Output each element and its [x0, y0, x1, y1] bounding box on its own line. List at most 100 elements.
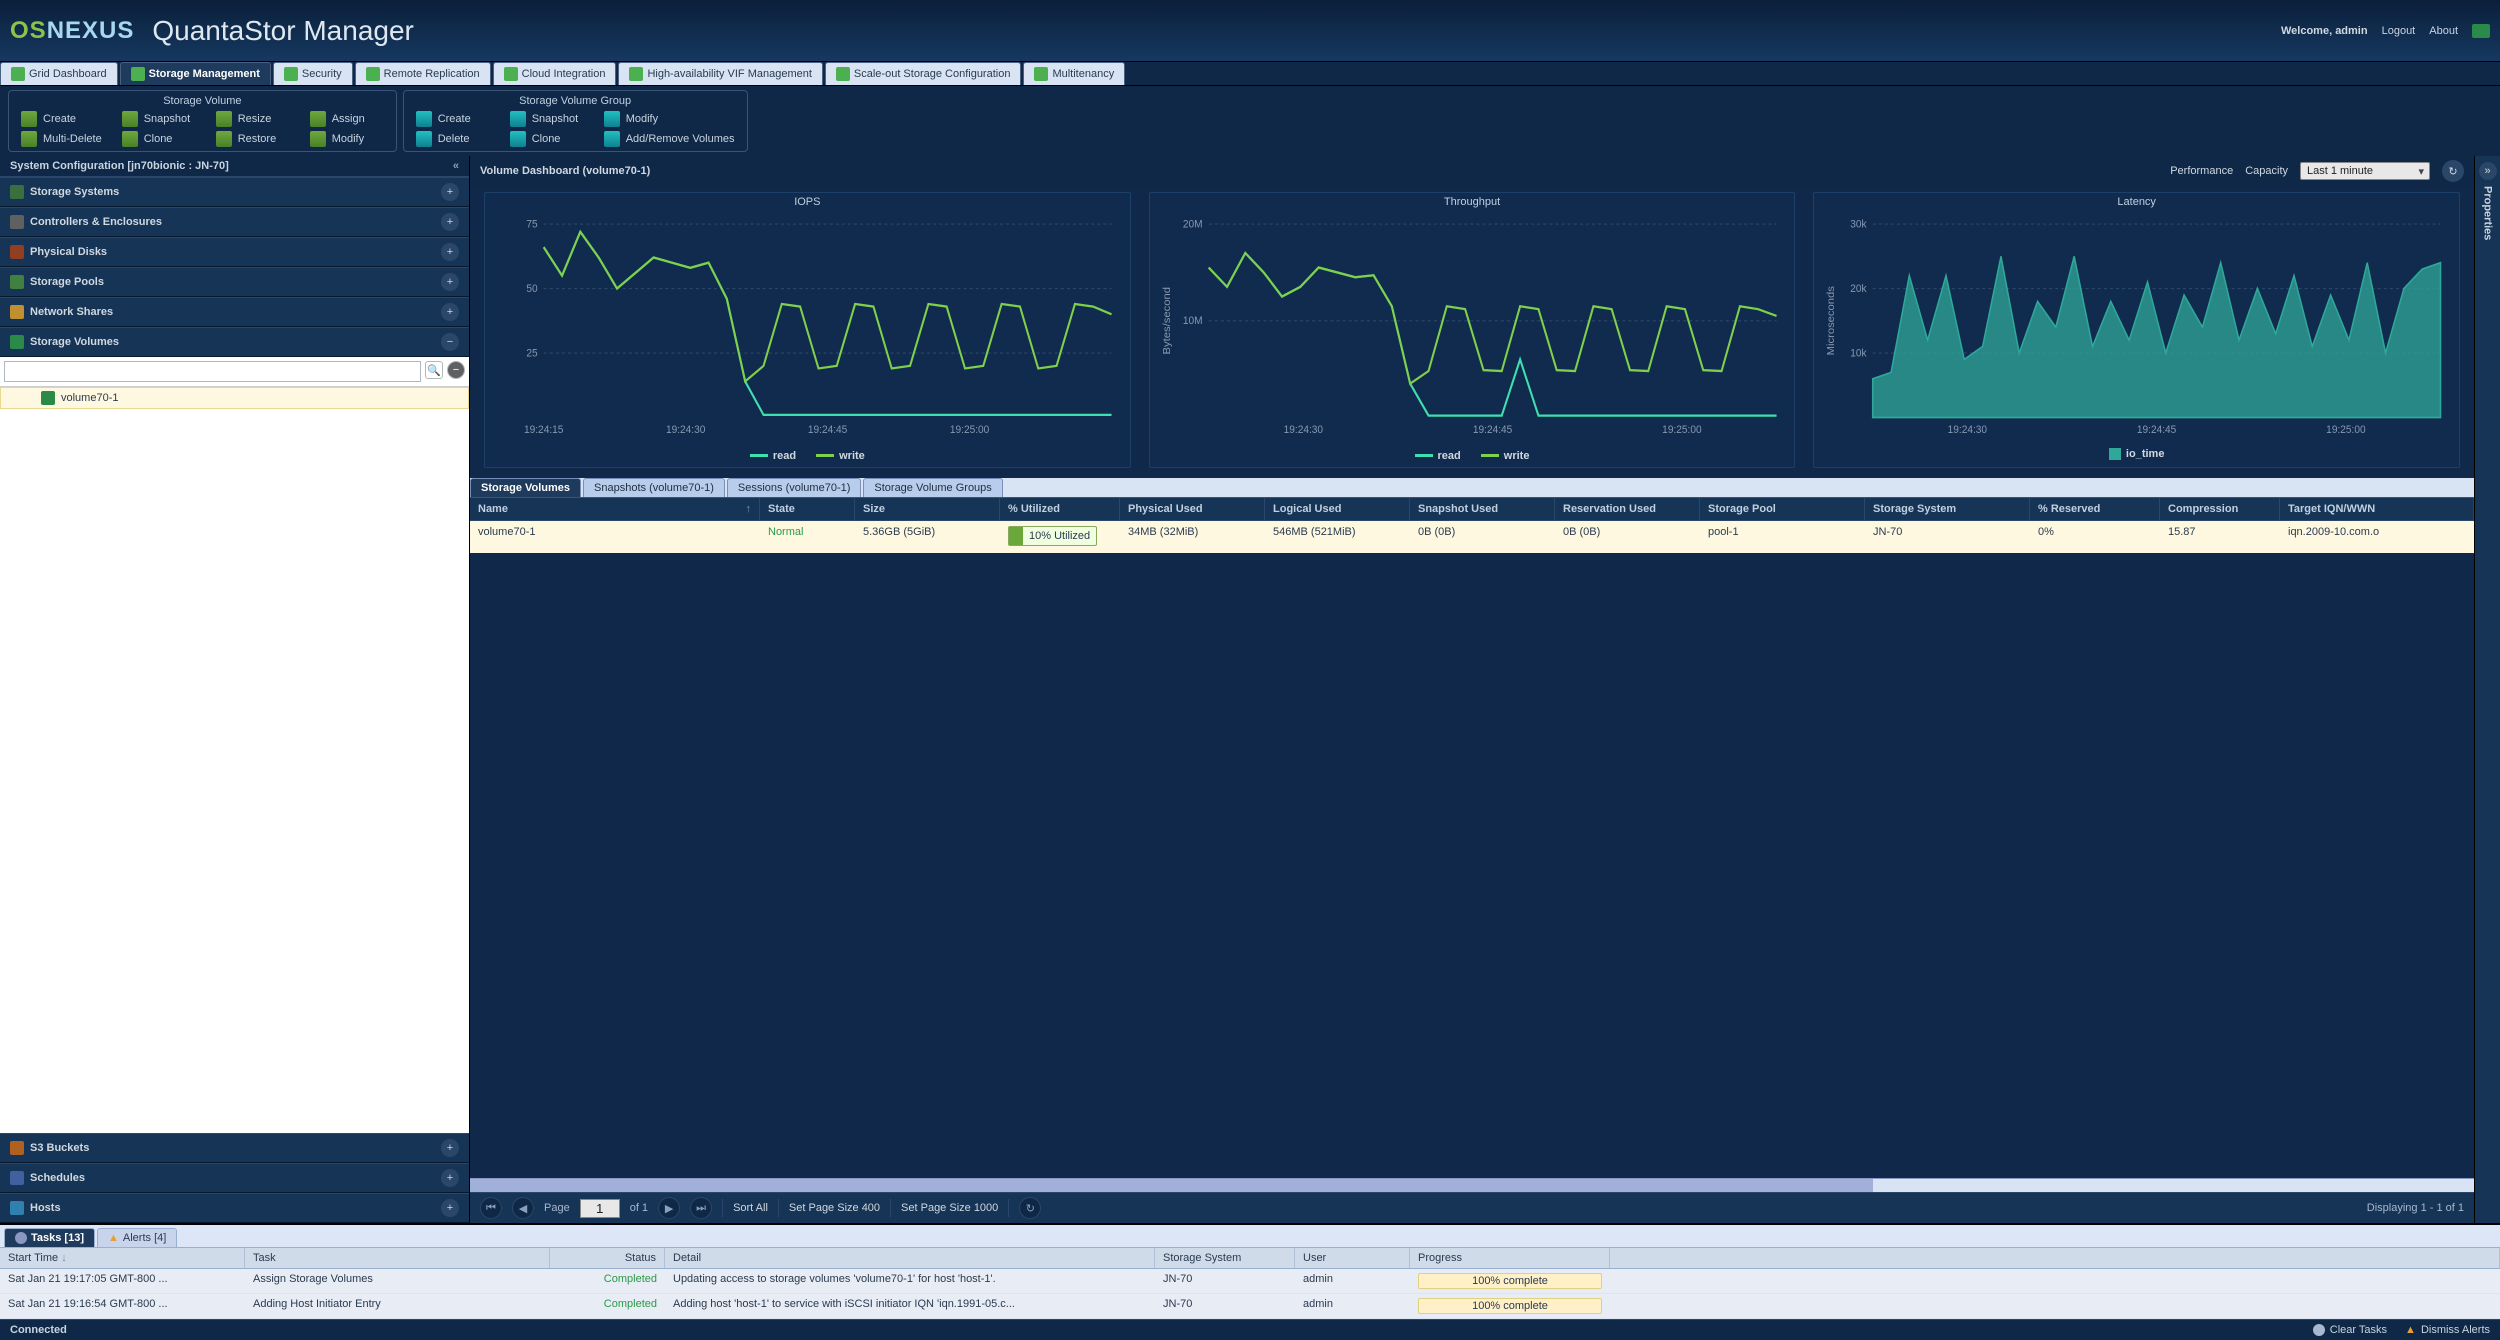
- sidebar-item-controllers-enclosures[interactable]: Controllers & Enclosures+: [0, 207, 469, 237]
- ribbon-modify-button[interactable]: Modify: [302, 129, 392, 149]
- column-header[interactable]: Snapshot Used: [1410, 498, 1555, 520]
- subtab-storage-volume-groups[interactable]: Storage Volume Groups: [863, 478, 1002, 497]
- help-icon[interactable]: [2472, 24, 2490, 38]
- dismiss-alerts-link[interactable]: ▲Dismiss Alerts: [2405, 1324, 2490, 1336]
- minus-icon[interactable]: −: [441, 333, 459, 351]
- column-header[interactable]: % Reserved: [2030, 498, 2160, 520]
- ribbon-resize-button[interactable]: Resize: [208, 109, 298, 129]
- sidebar-item-network-shares[interactable]: Network Shares+: [0, 297, 469, 327]
- subtab-storage-volumes[interactable]: Storage Volumes: [470, 478, 581, 497]
- sort-all-button[interactable]: Sort All: [733, 1202, 768, 1214]
- tasks-column-header[interactable]: Task: [245, 1248, 550, 1268]
- column-header[interactable]: Target IQN/WWN: [2280, 498, 2474, 520]
- tasks-column-header[interactable]: Progress: [1410, 1248, 1610, 1268]
- column-header[interactable]: Storage System: [1865, 498, 2030, 520]
- tab-storage-management[interactable]: Storage Management: [120, 62, 271, 85]
- ribbon-multi-delete-button[interactable]: Multi-Delete: [13, 129, 110, 149]
- sidebar-item-storage-pools[interactable]: Storage Pools+: [0, 267, 469, 297]
- clear-tasks-link[interactable]: Clear Tasks: [2313, 1324, 2387, 1336]
- plus-icon[interactable]: +: [441, 1199, 459, 1217]
- ribbon-create-button[interactable]: Create: [408, 109, 498, 129]
- ribbon-create-button[interactable]: Create: [13, 109, 110, 129]
- task-row[interactable]: Sat Jan 21 19:17:05 GMT-800 ...Assign St…: [0, 1269, 2500, 1294]
- page-last-button[interactable]: ⏭: [690, 1197, 712, 1219]
- properties-label: Properties: [2482, 186, 2494, 240]
- tree-search-input[interactable]: [4, 361, 421, 382]
- page-first-button[interactable]: ⏮: [480, 1197, 502, 1219]
- plus-icon[interactable]: +: [441, 183, 459, 201]
- tasks-column-header[interactable]: User: [1295, 1248, 1410, 1268]
- column-header[interactable]: Storage Pool: [1700, 498, 1865, 520]
- tasks-column-header[interactable]: Detail: [665, 1248, 1155, 1268]
- column-header[interactable]: Logical Used: [1265, 498, 1410, 520]
- ribbon-clone-button[interactable]: Clone: [114, 129, 204, 149]
- ribbon-snapshot-button[interactable]: Snapshot: [502, 109, 592, 129]
- plus-icon[interactable]: +: [441, 243, 459, 261]
- page-next-button[interactable]: ▶: [658, 1197, 680, 1219]
- tab-grid-dashboard[interactable]: Grid Dashboard: [0, 62, 118, 85]
- column-header[interactable]: Reservation Used: [1555, 498, 1700, 520]
- tab-scale-out-storage-configuration[interactable]: Scale-out Storage Configuration: [825, 62, 1022, 85]
- svg-text:10k: 10k: [1851, 347, 1868, 360]
- grid-horizontal-scrollbar[interactable]: [470, 1178, 2474, 1192]
- expand-properties-icon[interactable]: »: [2479, 162, 2497, 180]
- sidebar-item-storage-systems[interactable]: Storage Systems+: [0, 177, 469, 207]
- svg-text:19:24:45: 19:24:45: [1473, 424, 1512, 437]
- tasks-column-header[interactable]: Storage System: [1155, 1248, 1295, 1268]
- sidebar-item-schedules[interactable]: Schedules+: [0, 1163, 469, 1193]
- clear-search-icon[interactable]: −: [447, 361, 465, 379]
- tasks-column-header[interactable]: Start Time ↓: [0, 1248, 245, 1268]
- ribbon-clone-button[interactable]: Clone: [502, 129, 592, 149]
- tab-icon: [131, 67, 145, 81]
- page-prev-button[interactable]: ◀: [512, 1197, 534, 1219]
- tree-item[interactable]: volume70-1: [0, 387, 469, 409]
- time-range-select[interactable]: Last 1 minute: [2300, 162, 2430, 180]
- logout-link[interactable]: Logout: [2382, 25, 2416, 37]
- sidebar-item-storage-volumes[interactable]: Storage Volumes−: [0, 327, 469, 357]
- capacity-link[interactable]: Capacity: [2245, 165, 2288, 177]
- column-header[interactable]: Name↑: [470, 498, 760, 520]
- column-header[interactable]: Physical Used: [1120, 498, 1265, 520]
- tab-security[interactable]: Security: [273, 62, 353, 85]
- column-header[interactable]: Compression: [2160, 498, 2280, 520]
- tasks-tab-tasks-13-[interactable]: Tasks [13]: [4, 1228, 95, 1247]
- column-header[interactable]: % Utilized: [1000, 498, 1120, 520]
- ribbon-snapshot-button[interactable]: Snapshot: [114, 109, 204, 129]
- sidebar-item-physical-disks[interactable]: Physical Disks+: [0, 237, 469, 267]
- plus-icon[interactable]: +: [441, 273, 459, 291]
- collapse-sidebar-icon[interactable]: «: [453, 160, 459, 172]
- properties-rail[interactable]: » Properties: [2474, 156, 2500, 1223]
- tasks-tab-alerts-4-[interactable]: ▲Alerts [4]: [97, 1228, 177, 1247]
- ribbon-assign-button[interactable]: Assign: [302, 109, 392, 129]
- tab-cloud-integration[interactable]: Cloud Integration: [493, 62, 617, 85]
- sidebar: System Configuration [jn70bionic : JN-70…: [0, 156, 470, 1223]
- ribbon-modify-button[interactable]: Modify: [596, 109, 743, 129]
- refresh-chart-button[interactable]: ↻: [2442, 160, 2464, 182]
- plus-icon[interactable]: +: [441, 1169, 459, 1187]
- ribbon-add-remove-volumes-button[interactable]: Add/Remove Volumes: [596, 129, 743, 149]
- sidebar-item-hosts[interactable]: Hosts+: [0, 1193, 469, 1223]
- performance-link[interactable]: Performance: [2170, 165, 2233, 177]
- refresh-grid-button[interactable]: ↻: [1019, 1197, 1041, 1219]
- page-input[interactable]: [580, 1199, 620, 1218]
- ribbon-restore-button[interactable]: Restore: [208, 129, 298, 149]
- tasks-column-header[interactable]: Status: [550, 1248, 665, 1268]
- tab-remote-replication[interactable]: Remote Replication: [355, 62, 491, 85]
- ribbon-delete-button[interactable]: Delete: [408, 129, 498, 149]
- subtab-snapshots-volume70-1-[interactable]: Snapshots (volume70-1): [583, 478, 725, 497]
- plus-icon[interactable]: +: [441, 303, 459, 321]
- subtab-sessions-volume70-1-[interactable]: Sessions (volume70-1): [727, 478, 862, 497]
- table-row[interactable]: volume70-1Normal5.36GB (5GiB)10% Utilize…: [470, 521, 2474, 553]
- plus-icon[interactable]: +: [441, 213, 459, 231]
- search-icon[interactable]: 🔍: [425, 361, 443, 379]
- tab-multitenancy[interactable]: Multitenancy: [1023, 62, 1125, 85]
- page-size-1000-button[interactable]: Set Page Size 1000: [901, 1202, 998, 1214]
- column-header[interactable]: State: [760, 498, 855, 520]
- task-row[interactable]: Sat Jan 21 19:16:54 GMT-800 ...Adding Ho…: [0, 1294, 2500, 1319]
- plus-icon[interactable]: +: [441, 1139, 459, 1157]
- tab-high-availability-vif-management[interactable]: High-availability VIF Management: [618, 62, 822, 85]
- column-header[interactable]: Size: [855, 498, 1000, 520]
- page-size-400-button[interactable]: Set Page Size 400: [789, 1202, 880, 1214]
- about-link[interactable]: About: [2429, 25, 2458, 37]
- sidebar-item-s3-buckets[interactable]: S3 Buckets+: [0, 1133, 469, 1163]
